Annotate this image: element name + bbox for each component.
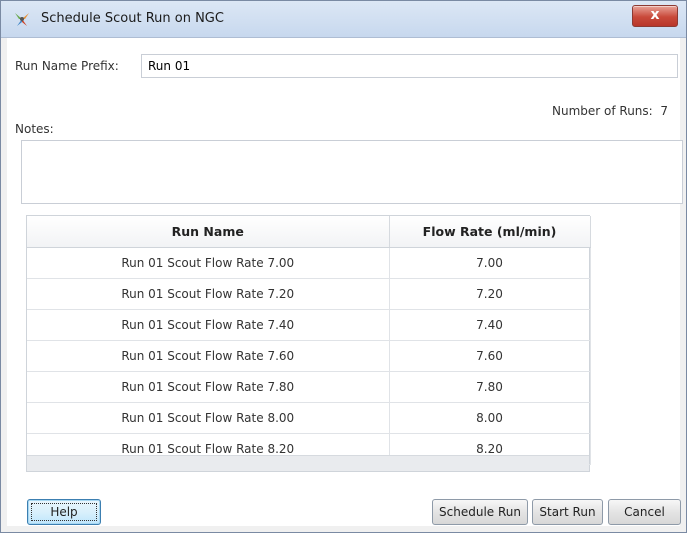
notes-label: Notes: bbox=[15, 122, 54, 136]
close-button[interactable]: x bbox=[632, 5, 678, 27]
column-header-run-name[interactable]: Run Name bbox=[27, 216, 390, 248]
table-header-row: Run Name Flow Rate (ml/min) bbox=[27, 216, 591, 248]
table-row[interactable]: Run 01 Scout Flow Rate 7.00 7.00 bbox=[27, 247, 591, 279]
schedule-run-button-label: Schedule Run bbox=[439, 505, 521, 519]
dialog-body: Run Name Prefix: Number of Runs: 7 Notes… bbox=[7, 38, 683, 526]
cancel-button-label: Cancel bbox=[624, 505, 665, 519]
number-of-runs-value: 7 bbox=[660, 104, 668, 118]
run-name-cell[interactable]: Run 01 Scout Flow Rate 7.60 bbox=[27, 340, 390, 372]
table-footer bbox=[27, 455, 589, 471]
title-bar[interactable]: Schedule Scout Run on NGC x bbox=[1, 1, 686, 38]
close-icon: x bbox=[650, 7, 660, 23]
flow-rate-cell[interactable]: 7.20 bbox=[389, 278, 591, 310]
flow-rate-cell[interactable]: 7.40 bbox=[389, 309, 591, 341]
run-name-prefix-input[interactable] bbox=[141, 54, 678, 78]
start-run-button[interactable]: Start Run bbox=[532, 499, 603, 525]
run-name-cell[interactable]: Run 01 Scout Flow Rate 7.80 bbox=[27, 371, 390, 403]
runs-table: Run Name Flow Rate (ml/min) Run 01 Scout… bbox=[26, 215, 591, 472]
column-header-flow-rate[interactable]: Flow Rate (ml/min) bbox=[389, 216, 591, 248]
table-row[interactable]: Run 01 Scout Flow Rate 7.40 7.40 bbox=[27, 309, 591, 341]
run-name-prefix-label: Run Name Prefix: bbox=[15, 59, 119, 73]
flow-rate-cell[interactable]: 7.60 bbox=[389, 340, 591, 372]
flow-rate-cell[interactable]: 8.00 bbox=[389, 402, 591, 434]
window-title: Schedule Scout Run on NGC bbox=[41, 11, 224, 26]
run-name-cell[interactable]: Run 01 Scout Flow Rate 7.20 bbox=[27, 278, 390, 310]
table-row[interactable]: Run 01 Scout Flow Rate 7.60 7.60 bbox=[27, 340, 591, 372]
run-name-cell[interactable]: Run 01 Scout Flow Rate 8.00 bbox=[27, 402, 390, 434]
table-row[interactable]: Run 01 Scout Flow Rate 7.20 7.20 bbox=[27, 278, 591, 310]
table-row[interactable]: Run 01 Scout Flow Rate 8.00 8.00 bbox=[27, 402, 591, 434]
help-button[interactable]: Help bbox=[27, 499, 101, 525]
help-button-label: Help bbox=[50, 505, 78, 519]
table-row[interactable]: Run 01 Scout Flow Rate 7.80 7.80 bbox=[27, 371, 591, 403]
cancel-button[interactable]: Cancel bbox=[608, 499, 681, 525]
schedule-run-button[interactable]: Schedule Run bbox=[432, 499, 528, 525]
flow-rate-cell[interactable]: 7.80 bbox=[389, 371, 591, 403]
number-of-runs-label: Number of Runs: bbox=[552, 104, 653, 118]
flow-rate-cell[interactable]: 7.00 bbox=[389, 247, 591, 279]
run-name-cell[interactable]: Run 01 Scout Flow Rate 7.00 bbox=[27, 247, 390, 279]
notes-textarea[interactable] bbox=[21, 140, 683, 204]
schedule-scout-run-dialog: Schedule Scout Run on NGC x Run Name Pre… bbox=[0, 0, 687, 533]
run-name-cell[interactable]: Run 01 Scout Flow Rate 7.40 bbox=[27, 309, 390, 341]
ngc-app-icon bbox=[15, 13, 29, 26]
start-run-button-label: Start Run bbox=[539, 505, 596, 519]
number-of-runs-readout: Number of Runs: 7 bbox=[552, 104, 668, 118]
